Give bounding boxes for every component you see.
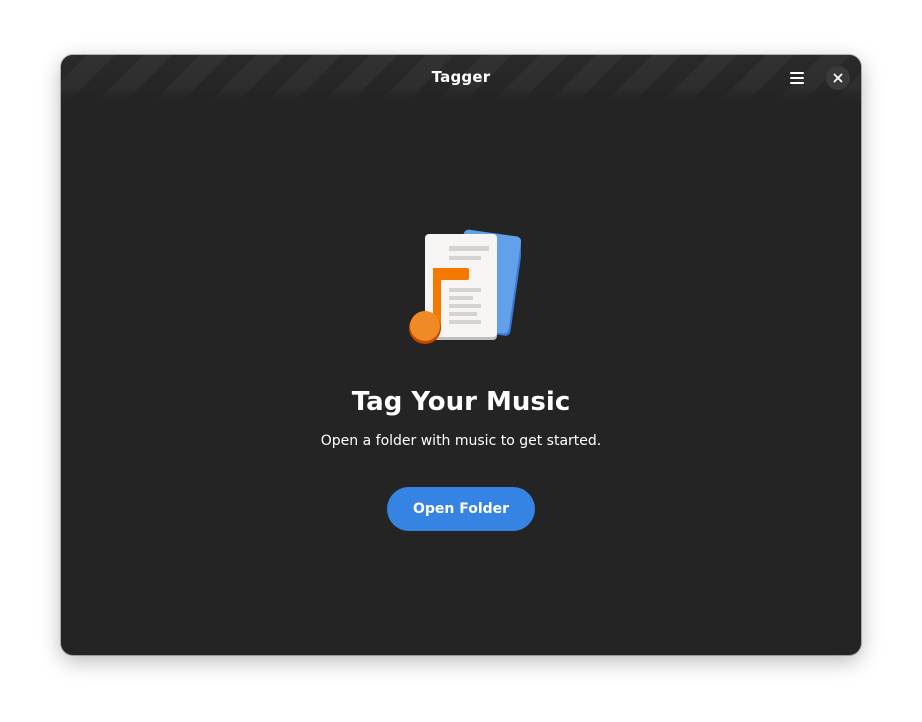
open-folder-button[interactable]: Open Folder xyxy=(387,487,535,531)
music-document-icon xyxy=(409,229,521,344)
main-menu-button[interactable] xyxy=(782,65,812,91)
close-button[interactable] xyxy=(826,66,850,90)
close-icon xyxy=(833,73,843,83)
header-bar: Tagger xyxy=(61,55,861,101)
status-description: Open a folder with music to get started. xyxy=(320,433,602,449)
hamburger-menu-icon xyxy=(790,72,804,84)
empty-status-page: Tag Your Music Open a folder with music … xyxy=(61,101,861,655)
status-title: Tag Your Music xyxy=(351,387,571,417)
window-title: Tagger xyxy=(431,68,491,86)
app-window: Tagger Tag Your Music Open a folder with… xyxy=(61,55,861,655)
